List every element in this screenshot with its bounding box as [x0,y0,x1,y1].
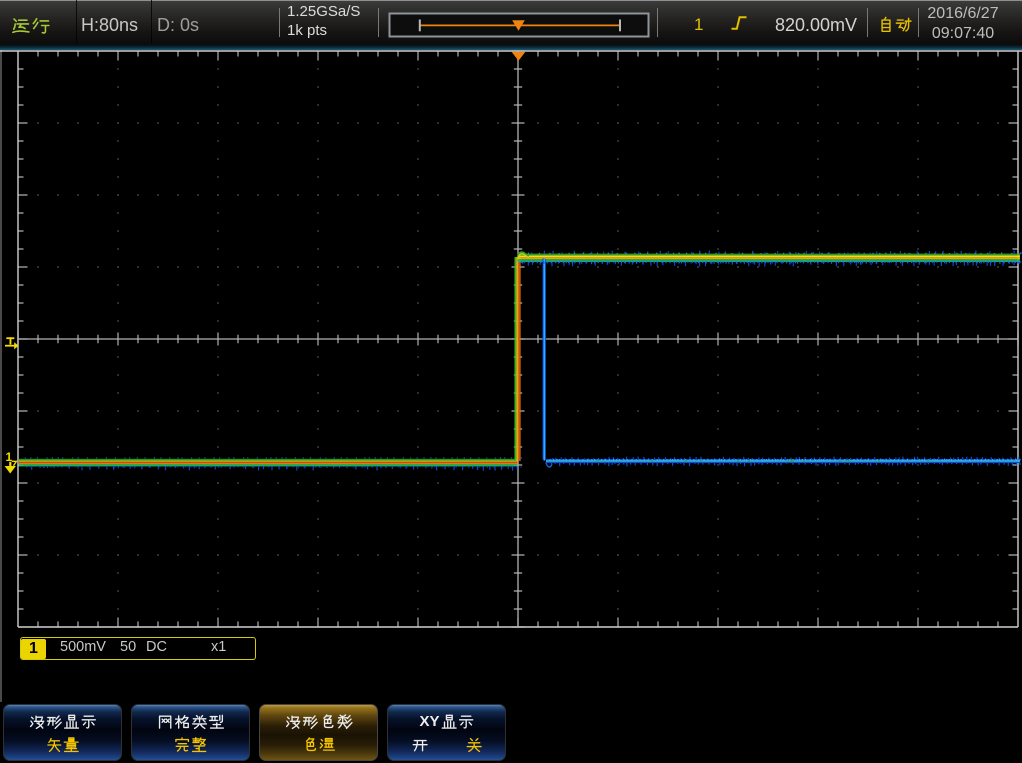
svg-text:1: 1 [6,450,13,464]
